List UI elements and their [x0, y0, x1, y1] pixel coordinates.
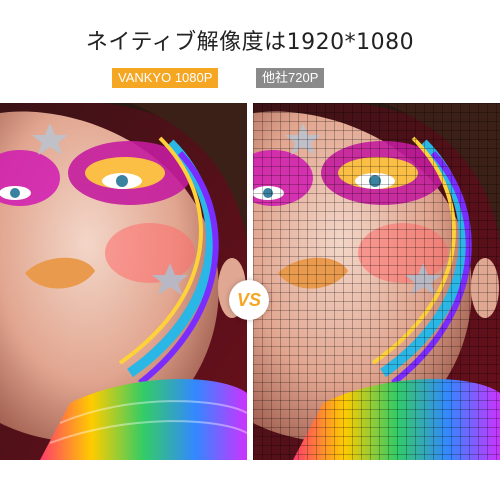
pixel-grid-overlay	[253, 103, 500, 460]
badge-vankyo-1080p: VANKYO 1080P	[112, 68, 219, 88]
page-title: ネイティブ解像度は1920*1080	[85, 30, 415, 55]
badge-other-720p: 他社720P	[256, 68, 325, 88]
right-panel-image	[253, 103, 500, 460]
portrait-illustration-left	[0, 103, 247, 460]
vs-label: VS	[236, 289, 261, 310]
vs-circle-icon: VS	[229, 280, 269, 320]
left-panel-image	[0, 103, 247, 460]
